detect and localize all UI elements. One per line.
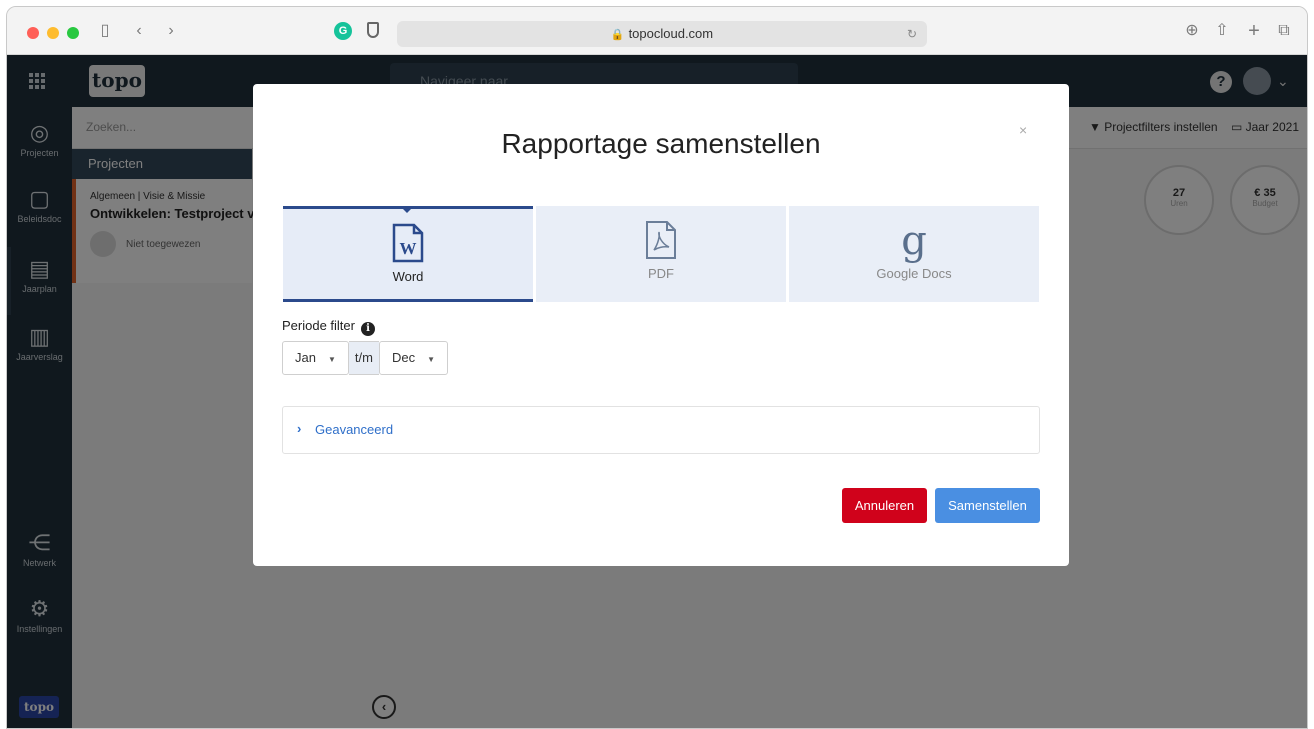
format-label: Word bbox=[392, 269, 424, 284]
zoom-window-button[interactable] bbox=[67, 27, 79, 39]
period-filter-text: Periode filter bbox=[282, 318, 355, 333]
chevron-right-icon: › bbox=[297, 421, 302, 436]
cancel-button[interactable]: Annuleren bbox=[842, 488, 927, 523]
advanced-section-toggle[interactable]: › Geavanceerd bbox=[282, 406, 1040, 454]
url-text: topocloud.com bbox=[628, 26, 714, 41]
address-bar[interactable]: 🔒 topocloud.com ↻ bbox=[397, 21, 927, 47]
browser-window: ▯ ‹ › G 🔒topocloud.com ↻ ⊕ ⇧ + ⧉ topo Na… bbox=[6, 6, 1308, 729]
browser-toolbar: ▯ ‹ › G 🔒 topocloud.com ↻ ⊕ ⇧ + ⧉ bbox=[7, 7, 1307, 55]
reload-icon[interactable]: ↻ bbox=[907, 21, 917, 47]
close-icon[interactable]: × bbox=[1019, 122, 1027, 138]
download-icon[interactable]: ⊕ bbox=[1183, 20, 1201, 42]
modal-title: Rapportage samenstellen bbox=[501, 128, 821, 159]
sidebar-toggle-icon[interactable]: ▯ bbox=[95, 20, 115, 42]
app-root: topo Navigeer naar... ? ⌄ ◎Projecten ▢Be… bbox=[7, 55, 1307, 728]
period-from-value: Jan bbox=[295, 350, 316, 365]
new-tab-icon[interactable]: + bbox=[1245, 20, 1263, 42]
active-caret bbox=[400, 206, 414, 213]
format-tile-pdf[interactable]: PDF bbox=[536, 206, 786, 302]
period-from-select[interactable]: Jan ▼ bbox=[282, 341, 349, 375]
caret-down-icon: ▼ bbox=[327, 355, 336, 364]
svg-text:W: W bbox=[400, 239, 417, 258]
tab-overview-icon[interactable]: ⧉ bbox=[1275, 20, 1293, 42]
format-tile-word[interactable]: W Word bbox=[283, 206, 533, 302]
period-to-select[interactable]: Dec ▼ bbox=[378, 341, 448, 375]
period-filter: Jan ▼ t/m Dec ▼ bbox=[282, 341, 448, 375]
format-tiles: W Word PDF g Google Docs bbox=[283, 206, 1039, 302]
forward-icon[interactable]: › bbox=[163, 20, 179, 42]
format-tile-google-docs[interactable]: g Google Docs bbox=[789, 206, 1039, 302]
privacy-shield-icon[interactable] bbox=[367, 22, 379, 38]
google-icon: g bbox=[901, 218, 927, 264]
share-icon[interactable]: ⇧ bbox=[1213, 20, 1231, 42]
format-label: Google Docs bbox=[876, 266, 952, 281]
compose-button[interactable]: Samenstellen bbox=[935, 488, 1040, 523]
period-filter-label: Periode filter i bbox=[282, 318, 375, 336]
grammarly-icon[interactable]: G bbox=[334, 22, 352, 40]
info-icon[interactable]: i bbox=[360, 322, 375, 336]
period-to-value: Dec bbox=[391, 350, 416, 365]
advanced-label: Geavanceerd bbox=[315, 422, 394, 437]
period-separator: t/m bbox=[348, 341, 379, 375]
report-modal: Rapportage samenstellen × W Word PDF g G… bbox=[253, 84, 1069, 566]
caret-down-icon: ▼ bbox=[427, 355, 435, 364]
minimize-window-button[interactable] bbox=[47, 27, 59, 39]
back-icon[interactable]: ‹ bbox=[131, 20, 147, 42]
lock-icon: 🔒 bbox=[610, 29, 625, 41]
close-window-button[interactable] bbox=[27, 27, 39, 39]
pdf-document-icon bbox=[536, 220, 786, 262]
format-label: PDF bbox=[648, 266, 674, 281]
word-document-icon: W bbox=[283, 223, 533, 265]
